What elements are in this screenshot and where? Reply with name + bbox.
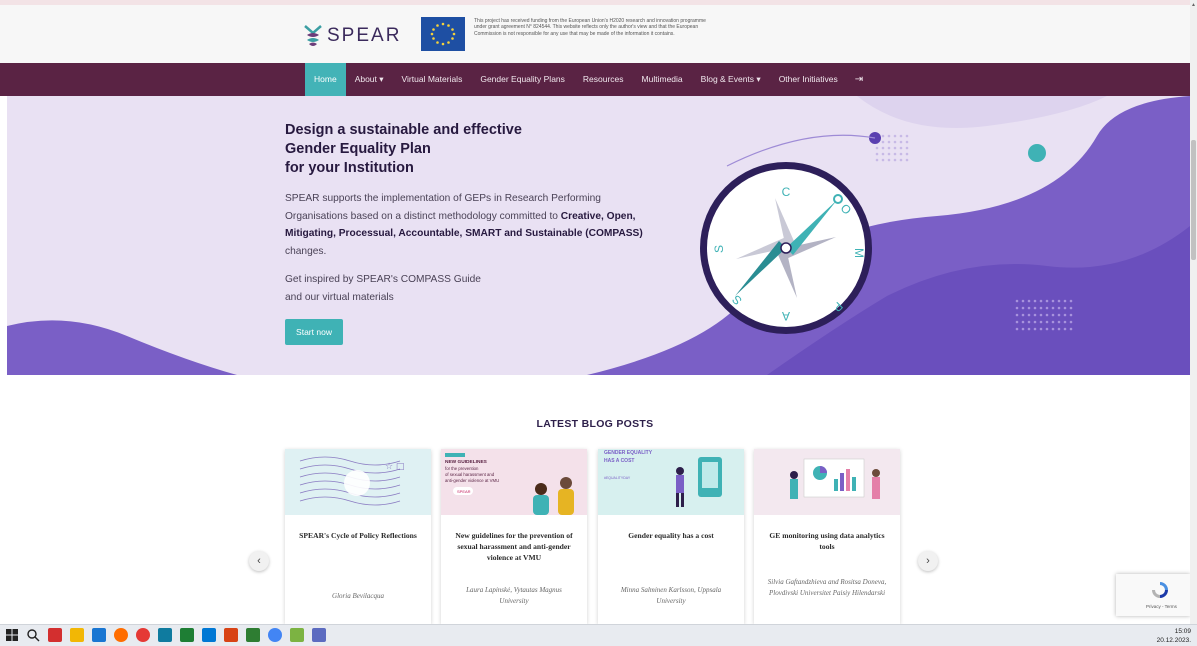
teams-icon[interactable]: [158, 628, 172, 642]
spear-logo[interactable]: SPEAR: [303, 23, 401, 49]
calculator-icon[interactable]: [290, 628, 304, 642]
eu-funding-note: This project has received funding from t…: [474, 18, 706, 37]
card2-img-text-2: for the prevention: [445, 466, 479, 471]
pdf-app-icon[interactable]: [48, 628, 62, 642]
site-header: SPEAR This project has received funding …: [0, 5, 1190, 63]
nav-home[interactable]: Home: [305, 63, 346, 96]
card3-img-text-3: #EQUALITYDAY: [604, 476, 631, 480]
carousel-prev-button[interactable]: ‹: [249, 551, 269, 571]
edge-icon[interactable]: [202, 628, 216, 642]
blog-card-image: NEW GUIDELINES for the prevention of sex…: [441, 449, 587, 515]
windows-taskbar: 15:09 20.12.2023.: [0, 624, 1197, 646]
card2-img-text-1: NEW GUIDELINES: [445, 459, 488, 465]
blog-card-title[interactable]: Gender equality has a cost: [598, 530, 744, 576]
opera-icon[interactable]: [136, 628, 150, 642]
card3-img-text-2: HAS A COST: [604, 458, 634, 464]
recaptcha-icon: [1152, 582, 1168, 598]
search-icon[interactable]: [26, 628, 40, 642]
login-icon[interactable]: ⇥: [847, 63, 871, 96]
vertical-scrollbar[interactable]: [1190, 0, 1197, 624]
carousel-next-button[interactable]: ›: [918, 551, 938, 571]
blog-card[interactable]: GE monitoring using data analytics tools…: [754, 449, 900, 624]
nav-items: Home About ▾ Virtual Materials Gender Eq…: [305, 63, 871, 96]
svg-text:☆ □: ☆ □: [385, 462, 404, 472]
compass-letter-a: A: [782, 309, 790, 323]
hero-desc-intro: SPEAR supports the implementation of GEP…: [285, 193, 601, 222]
scrollbar-thumb[interactable]: [1191, 140, 1196, 260]
recaptcha-badge[interactable]: Privacy - Terms: [1116, 574, 1190, 616]
nav-resources[interactable]: Resources: [574, 63, 633, 96]
excel-icon[interactable]: [180, 628, 194, 642]
hero-desc-end: changes.: [285, 245, 327, 257]
card3-img-text-1: GENDER EQUALITY: [604, 450, 653, 456]
blog-card-title[interactable]: New guidelines for the prevention of sex…: [441, 530, 587, 576]
blog-card[interactable]: GENDER EQUALITY HAS A COST #EQUALITYDAY …: [598, 449, 744, 624]
outlook-icon[interactable]: [92, 628, 106, 642]
spear-logo-icon: [304, 25, 322, 46]
blog-card[interactable]: NEW GUIDELINES for the prevention of sex…: [441, 449, 587, 624]
blog-card-author: Silvia Gaftandzhieva and Rositsa Doneva,…: [767, 578, 887, 597]
hero-inspire-line-1: Get inspired by SPEAR's COMPASS Guide: [285, 274, 481, 285]
chrome-icon[interactable]: [268, 628, 282, 642]
blog-card-author: Gloria Bevilacqua: [332, 592, 384, 600]
scroll-up-arrow-icon[interactable]: ▲: [1191, 2, 1196, 8]
compass-letter-c: C: [782, 185, 791, 199]
start-now-button[interactable]: Start now: [285, 319, 343, 345]
chart-app-icon[interactable]: [312, 628, 326, 642]
blog-card-image: GENDER EQUALITY HAS A COST #EQUALITYDAY: [598, 449, 744, 515]
firefox-icon[interactable]: [114, 628, 128, 642]
powerpoint-icon[interactable]: [224, 628, 238, 642]
blog-card-image: ☆ □: [285, 449, 431, 515]
main-navigation: Home About ▾ Virtual Materials Gender Eq…: [0, 63, 1190, 96]
card2-img-text-4: anti-gender violence at VMU: [445, 478, 499, 483]
blog-card-author: Minna Salminen Karlsson, Uppsala Univers…: [620, 586, 722, 605]
hero-title-line-2: Gender Equality Plan: [285, 141, 431, 157]
file-explorer-icon[interactable]: [70, 628, 84, 642]
nav-blog-events[interactable]: Blog & Events ▾: [692, 63, 770, 96]
hero-inspire-text: Get inspired by SPEAR's COMPASS Guide an…: [285, 271, 481, 306]
nav-about[interactable]: About ▾: [346, 63, 393, 96]
compass-icon: C O M P A S S: [700, 162, 872, 334]
hero-title-line-3: for your Institution: [285, 160, 414, 176]
hero-title-line-1: Design a sustainable and effective: [285, 122, 522, 138]
windows-start-icon[interactable]: [6, 629, 18, 641]
hero-inspire-line-2: and our virtual materials: [285, 291, 394, 303]
taskbar-date: 20.12.2023.: [1156, 637, 1191, 644]
blog-card-author: Laura Lapinskė, Vytautas Magnus Universi…: [466, 586, 562, 605]
app-icon[interactable]: [246, 628, 260, 642]
compass-letter-m: M: [852, 248, 866, 258]
taskbar-icons: [6, 628, 326, 642]
compass-letter-s-left: S: [712, 245, 726, 253]
browser-page: SPEAR This project has received funding …: [0, 0, 1197, 646]
hero-title: Design a sustainable and effective Gende…: [285, 121, 522, 178]
blog-card-title[interactable]: SPEAR's Cycle of Policy Reflections: [285, 530, 431, 576]
blog-card-title[interactable]: GE monitoring using data analytics tools: [754, 530, 900, 576]
nav-other-initiatives[interactable]: Other Initiatives: [770, 63, 847, 96]
card2-img-text-3: of sexual harassment and: [445, 472, 495, 477]
taskbar-clock[interactable]: 15:09 20.12.2023.: [1157, 627, 1191, 645]
recaptcha-privacy-terms[interactable]: Privacy - Terms: [1146, 604, 1177, 609]
latest-blog-posts-heading: LATEST BLOG POSTS: [536, 418, 654, 430]
blog-card[interactable]: ☆ □ SPEAR's Cycle of Policy Reflections …: [285, 449, 431, 624]
eu-flag-icon: [421, 17, 465, 51]
blog-card-image: [754, 449, 900, 515]
nav-virtual-materials[interactable]: Virtual Materials: [393, 63, 472, 96]
card2-img-badge: SPEAR: [457, 489, 471, 494]
taskbar-time: 15:09: [1174, 628, 1191, 635]
logo-text: SPEAR: [327, 25, 402, 46]
nav-multimedia[interactable]: Multimedia: [633, 63, 692, 96]
hero-banner: C O M P A S S Design a sustainable and e…: [7, 96, 1190, 375]
hero-description: SPEAR supports the implementation of GEP…: [285, 190, 645, 260]
nav-gender-equality-plans[interactable]: Gender Equality Plans: [471, 63, 574, 96]
